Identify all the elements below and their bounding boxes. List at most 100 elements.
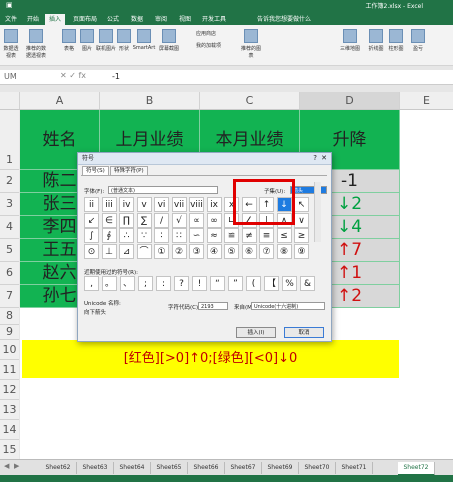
symbol-cell[interactable]: ∝ (189, 212, 204, 228)
row-header-2[interactable]: 2 (0, 170, 19, 193)
sparkline-line-button[interactable]: 折线图 (368, 29, 384, 52)
symbol-cell[interactable]: ⊿ (119, 243, 134, 259)
symbol-cell[interactable]: ∫ (84, 228, 99, 243)
smartart-button[interactable]: SmartArt (132, 29, 156, 51)
symbol-cell[interactable]: ≥ (294, 228, 309, 243)
recommended-pivot-button[interactable]: 推荐的数据透视表 (24, 29, 48, 59)
recent-symbol-cell[interactable]: ? (174, 276, 189, 291)
row-header-14[interactable]: 14 (0, 420, 19, 440)
recent-symbol-cell[interactable]: 。 (102, 276, 117, 291)
tab-formulas[interactable]: 公式 (104, 14, 122, 25)
char-code-input[interactable]: 2193 (198, 302, 228, 310)
insert-button[interactable]: 插入(I) (236, 327, 276, 338)
from-select[interactable]: Unicode(十六进制) (251, 302, 325, 310)
name-box[interactable]: UM (4, 72, 17, 81)
symbol-cell[interactable]: ii (84, 197, 99, 212)
recent-symbol-cell[interactable]: , (84, 276, 99, 291)
close-icon[interactable]: ✕ (321, 153, 327, 164)
sparkline-column-button[interactable]: 柱形图 (388, 29, 404, 52)
tab-review[interactable]: 审阅 (152, 14, 170, 25)
symbol-cell[interactable]: ≌ (224, 228, 239, 243)
symbol-cell[interactable]: ∵ (136, 228, 152, 243)
symbol-cell[interactable]: ↖ (294, 197, 309, 212)
symbol-cell[interactable]: vii (171, 197, 187, 212)
column-header-e[interactable]: E (400, 92, 453, 109)
symbol-cell[interactable]: ① (154, 243, 169, 259)
font-select[interactable]: (普通文本) (108, 186, 218, 194)
symbol-grid-scrollbar[interactable] (314, 182, 321, 242)
sheet-tab[interactable]: Sheet63 (77, 462, 114, 474)
row-header-11[interactable]: 11 (0, 360, 19, 380)
sparkline-winloss-button[interactable]: 盈亏 (410, 29, 426, 52)
recent-symbol-cell[interactable]: % (282, 276, 297, 291)
row-header-12[interactable]: 12 (0, 380, 19, 400)
screenshot-button[interactable]: 屏幕截图 (158, 29, 180, 52)
symbol-cell[interactable]: ∷ (171, 228, 187, 243)
symbol-cell[interactable]: iv (119, 197, 134, 212)
row-header-10[interactable]: 10 (0, 340, 19, 360)
next-sheet-icon[interactable]: ▶ (14, 462, 19, 470)
symbol-cell[interactable]: ∏ (119, 212, 134, 228)
tab-page-layout[interactable]: 页面布局 (70, 14, 100, 25)
tab-home[interactable]: 开始 (24, 14, 42, 25)
row-header-8[interactable]: 8 (0, 308, 19, 325)
symbol-cell[interactable]: ⑤ (224, 243, 239, 259)
sheet-tab[interactable]: Sheet66 (188, 462, 225, 474)
symbol-cell[interactable]: ≤ (276, 228, 292, 243)
recent-symbol-cell[interactable]: ( (246, 276, 261, 291)
recent-symbol-cell[interactable]: 【 (264, 276, 279, 291)
symbol-cell[interactable]: ∑ (136, 212, 152, 228)
help-icon[interactable]: ? (313, 153, 317, 164)
my-addins-button[interactable]: 我的加载项 (196, 42, 226, 49)
online-pictures-button[interactable]: 联机图片 (96, 29, 116, 52)
symbol-cell[interactable]: / (154, 212, 169, 228)
symbol-cell[interactable]: ⑦ (259, 243, 274, 259)
symbol-cell[interactable]: ∽ (189, 228, 204, 243)
symbol-cell[interactable]: ix (206, 197, 222, 212)
symbol-cell[interactable]: ∮ (101, 228, 117, 243)
subset-select[interactable]: 箭头 (290, 186, 327, 194)
cancel-button[interactable]: 取消 (284, 327, 324, 338)
symbol-cell[interactable]: ② (171, 243, 187, 259)
tab-insert[interactable]: 插入 (45, 14, 65, 25)
recent-symbol-cell[interactable]: ! (192, 276, 207, 291)
row-header-9[interactable]: 9 (0, 325, 19, 340)
row-header-7[interactable]: 7 (0, 285, 19, 308)
symbol-cell[interactable]: ∨ (294, 212, 309, 228)
symbol-cell[interactable]: ⌒ (136, 243, 152, 259)
row-header-13[interactable]: 13 (0, 400, 19, 420)
symbol-cell[interactable]: ⑧ (276, 243, 292, 259)
tab-developer[interactable]: 开发工具 (200, 14, 228, 25)
table-button[interactable]: 表格 (62, 29, 76, 52)
symbol-cell[interactable]: ≠ (241, 228, 257, 243)
symbol-cell[interactable]: ③ (189, 243, 204, 259)
sheet-tab[interactable]: Sheet70 (299, 462, 336, 474)
column-header-c[interactable]: C (200, 92, 300, 109)
symbol-cell[interactable]: viii (189, 197, 204, 212)
sheet-tab[interactable]: Sheet64 (114, 462, 151, 474)
recent-symbol-cell[interactable]: : (156, 276, 171, 291)
store-button[interactable]: 应用商店 (196, 30, 226, 37)
symbol-cell[interactable]: ∞ (206, 212, 222, 228)
select-all-corner[interactable] (0, 92, 20, 109)
sheet-tab-active[interactable]: Sheet72 (398, 462, 435, 476)
symbol-cell[interactable]: ≈ (206, 228, 222, 243)
column-header-b[interactable]: B (100, 92, 200, 109)
symbol-cell[interactable]: √ (171, 212, 187, 228)
tab-file[interactable]: 文件 (2, 14, 20, 25)
row-header-15[interactable]: 15 (0, 440, 19, 460)
symbol-cell[interactable]: iii (101, 197, 117, 212)
tab-data[interactable]: 数据 (128, 14, 146, 25)
pictures-button[interactable]: 图片 (80, 29, 94, 52)
sheet-tab[interactable]: Sheet62 (40, 462, 77, 474)
symbol-cell[interactable]: ≡ (259, 228, 274, 243)
shapes-button[interactable]: 形状 (117, 29, 131, 52)
save-icon[interactable]: ▣ (6, 1, 13, 9)
sheet-tab[interactable]: Sheet67 (225, 462, 262, 474)
row-header-1[interactable]: 1 (0, 110, 19, 170)
row-header-3[interactable]: 3 (0, 193, 19, 216)
3d-map-button[interactable]: 三维地图 (340, 29, 360, 52)
symbol-cell[interactable]: vi (154, 197, 169, 212)
prev-sheet-icon[interactable]: ◀ (4, 462, 9, 470)
recommended-charts-button[interactable]: 推荐的图表 (240, 29, 262, 59)
